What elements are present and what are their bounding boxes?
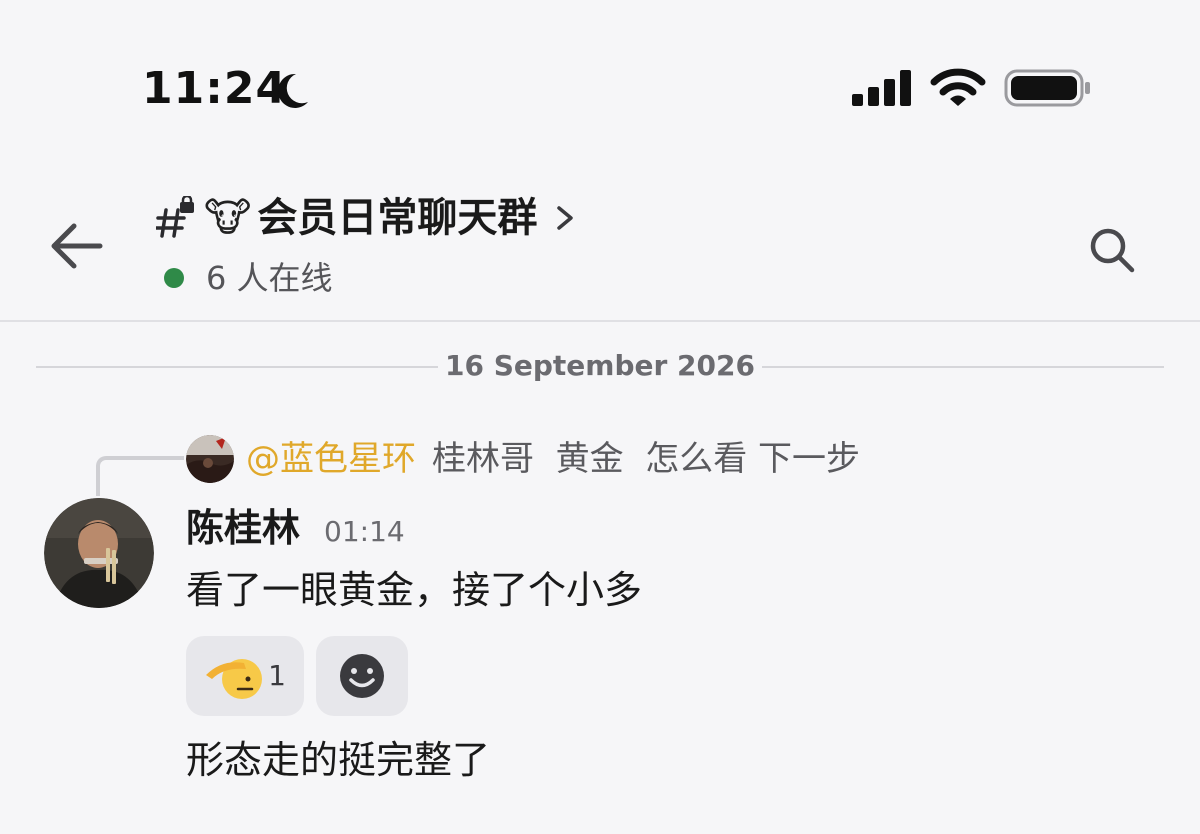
message-text: 看了一眼黄金，接了个小多 (186, 568, 643, 612)
add-reaction-button[interactable] (316, 636, 408, 716)
reply-preview[interactable]: @蓝色星环 桂林哥 黄金 怎么看 下一步 (186, 434, 860, 484)
battery-icon (1004, 69, 1090, 107)
divider-line (762, 366, 1164, 368)
avatar[interactable] (44, 498, 154, 608)
channel-title-button[interactable]: 🐮 会员日常聊天群 (156, 188, 579, 248)
author-name[interactable]: 陈桂林 (186, 500, 300, 556)
saluting-face-emoji (206, 659, 263, 699)
search-icon[interactable] (1084, 222, 1140, 278)
date-divider: 16 September 2026 (36, 346, 1164, 386)
date-label: 16 September 2026 (445, 349, 755, 382)
reaction-count: 1 (268, 659, 286, 692)
hash-lock-icon (156, 196, 194, 238)
wifi-icon (930, 68, 986, 106)
message-text: 形态走的挺完整了 (186, 738, 491, 782)
reply-connector (96, 456, 184, 496)
reactions-bar: 1 (186, 636, 408, 716)
moon-icon (278, 73, 308, 108)
signal-icon (852, 70, 911, 106)
channel-name: 会员日常聊天群 (257, 195, 538, 241)
reply-text: 桂林哥 黄金 怎么看 下一步 (432, 439, 861, 479)
message-timestamp: 01:14 (324, 515, 405, 548)
online-dot (164, 268, 184, 288)
online-status: 6 人在线 (164, 258, 333, 298)
divider-line (36, 366, 438, 368)
reply-mention[interactable]: @蓝色星环 (246, 435, 416, 483)
chat-header: 🐮 会员日常聊天群 6 人在线 (0, 150, 1200, 322)
online-count: 6 人在线 (206, 259, 333, 297)
back-arrow-icon[interactable] (46, 218, 110, 274)
reply-avatar (186, 435, 234, 483)
chevron-right-icon (557, 206, 574, 230)
status-time: 11:24 (142, 63, 288, 114)
status-bar: 11:24 (0, 0, 1200, 150)
add-reaction-smiley-icon (340, 654, 384, 698)
cow-emoji: 🐮 (204, 195, 252, 241)
message-header: 陈桂林 01:14 (186, 500, 405, 556)
reaction-chip[interactable]: 1 (186, 636, 304, 716)
